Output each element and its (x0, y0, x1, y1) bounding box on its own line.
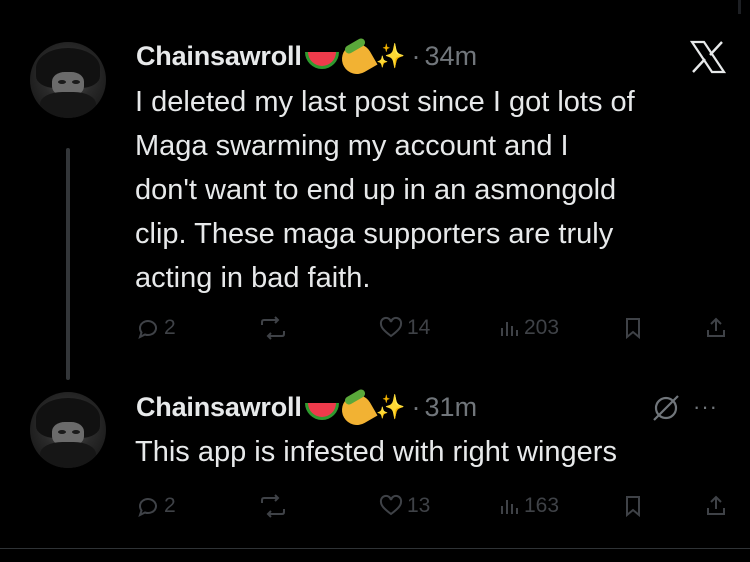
separator-dot: · (411, 391, 421, 422)
views-button[interactable]: 203 (498, 316, 559, 340)
heart-icon (379, 494, 403, 516)
bookmark-button[interactable] (623, 316, 643, 340)
separator-dot: · (411, 40, 421, 71)
tweet-header: Chainsawroll ✨ · 34m (136, 36, 478, 80)
author-name[interactable]: Chainsawroll (136, 41, 302, 72)
sparkles-icon: ✨ (375, 393, 406, 421)
more-options-button[interactable]: ··· (693, 394, 718, 420)
repost-icon (261, 494, 285, 518)
like-count: 13 (407, 494, 431, 517)
author-name[interactable]: Chainsawroll (136, 392, 302, 423)
tweet-text: I deleted my last post since I got lots … (135, 86, 635, 294)
scroll-indicator (738, 0, 741, 14)
share-button[interactable] (704, 316, 728, 340)
watermelon-icon (305, 49, 339, 69)
bookmark-icon (626, 318, 640, 340)
avatar[interactable] (30, 42, 106, 118)
taco-icon (336, 37, 378, 80)
bookmark-button[interactable] (623, 494, 643, 518)
bookmark-icon (626, 496, 640, 518)
tweet-header: Chainsawroll ✨ · 31m (136, 387, 478, 431)
thread-connector-line (66, 148, 70, 380)
sparkles-icon: ✨ (375, 42, 406, 70)
share-button[interactable] (704, 494, 728, 518)
views-icon (501, 322, 518, 336)
taco-icon (336, 388, 378, 431)
tweet-actions: 2 13 163 (136, 494, 730, 524)
reply-button[interactable]: 2 (136, 316, 176, 340)
share-icon (707, 317, 725, 337)
timestamp[interactable]: 31m (425, 392, 478, 423)
divider (0, 548, 750, 549)
repost-icon (261, 316, 285, 340)
repost-button[interactable] (258, 316, 288, 340)
reply-count: 2 (164, 494, 176, 517)
repost-button[interactable] (258, 494, 288, 518)
reply-icon (138, 320, 157, 339)
tweet-actions: 2 14 203 (136, 316, 730, 346)
views-icon (501, 500, 518, 514)
tweet-text: This app is infested with right wingers (135, 436, 617, 468)
like-button[interactable]: 13 (379, 494, 430, 518)
view-count: 203 (524, 316, 560, 339)
grok-icon[interactable] (650, 392, 682, 424)
share-icon (707, 495, 725, 515)
x-logo-icon[interactable] (690, 40, 726, 74)
view-count: 163 (524, 494, 560, 517)
reply-icon (138, 498, 157, 517)
heart-icon (379, 316, 403, 338)
reply-count: 2 (164, 316, 176, 339)
avatar[interactable] (30, 392, 106, 468)
like-count: 14 (407, 316, 431, 339)
views-button[interactable]: 163 (498, 494, 559, 518)
timestamp[interactable]: 34m (425, 41, 478, 72)
like-button[interactable]: 14 (379, 316, 430, 340)
reply-button[interactable]: 2 (136, 494, 176, 518)
watermelon-icon (305, 400, 339, 420)
